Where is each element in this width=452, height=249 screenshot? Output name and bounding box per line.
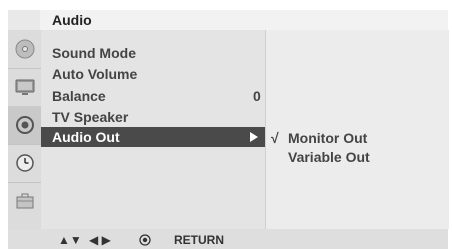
suitcase-icon	[16, 193, 34, 209]
menu-item-sound-mode[interactable]: Sound Mode	[52, 43, 136, 63]
clock-icon	[16, 154, 34, 172]
balance-value: 0	[253, 88, 261, 104]
check-mark-icon: √	[271, 130, 279, 146]
submenu-item-variable-out[interactable]: Variable Out	[288, 147, 370, 167]
disc-icon	[15, 39, 35, 59]
sidebar-item-option[interactable]	[8, 182, 41, 220]
menu-item-audio-out-label: Audio Out	[52, 129, 120, 145]
submenu-arrow-icon	[250, 132, 258, 142]
category-sidebar	[8, 30, 42, 229]
ok-button-icon	[139, 234, 151, 246]
return-label: RETURN	[174, 233, 224, 247]
up-down-arrows-icon: ▲▼	[58, 233, 82, 247]
sidebar-item-disc[interactable]	[8, 30, 41, 69]
target-icon	[16, 116, 34, 134]
menu-item-tv-speaker[interactable]: TV Speaker	[52, 107, 128, 127]
menu-title: Audio	[52, 12, 92, 28]
sidebar-item-audio[interactable]	[8, 106, 41, 145]
left-right-arrows-icon: ◀ ▶	[89, 233, 111, 247]
menu-item-balance[interactable]: Balance	[52, 86, 106, 106]
menu-item-auto-volume[interactable]: Auto Volume	[52, 64, 137, 84]
submenu-item-monitor-out[interactable]: Monitor Out	[288, 128, 367, 148]
sidebar-item-time[interactable]	[8, 144, 41, 183]
tv-screen-icon	[15, 79, 35, 95]
title-bar	[40, 10, 448, 31]
sidebar-item-picture[interactable]	[8, 68, 41, 107]
